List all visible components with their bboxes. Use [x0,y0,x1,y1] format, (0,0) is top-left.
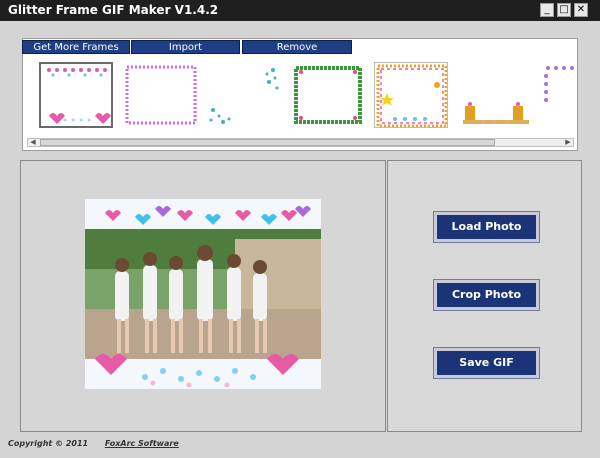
minimize-icon[interactable]: _ [540,3,554,17]
scroll-right-icon[interactable]: ▶ [563,139,573,146]
tab-get-more-frames[interactable]: Get More Frames [22,40,130,54]
frame-thumb-rainbow-stars[interactable] [374,62,448,128]
frame-thumb-candles[interactable] [459,62,533,128]
maximize-icon[interactable]: □ [557,3,571,17]
photo-preview [85,199,321,389]
scrollbar-thumb[interactable] [40,139,495,146]
title-bar: Glitter Frame GIF Maker V1.4.2 _ □ ✕ [0,0,600,21]
tab-import[interactable]: Import [131,40,240,54]
save-gif-button[interactable]: Save GIF [434,348,539,378]
frame-thumb-green-flowers[interactable] [291,62,365,128]
frame-thumb-hearts[interactable] [39,62,113,128]
window-title: Glitter Frame GIF Maker V1.4.2 [8,3,219,17]
close-icon[interactable]: ✕ [574,3,588,17]
scroll-left-icon[interactable]: ◀ [28,139,38,146]
load-photo-button[interactable]: Load Photo [434,212,539,242]
frame-thumb-teal-corners[interactable] [207,62,281,128]
footer: Copyright © 2011 FoxArc Software [8,439,179,448]
tab-remove[interactable]: Remove [242,40,352,54]
copyright-text: Copyright © 2011 [8,439,89,448]
frame-thumb-pink-dots[interactable] [124,62,198,128]
crop-photo-button[interactable]: Crop Photo [434,280,539,310]
company-link[interactable]: FoxArc Software [105,439,179,448]
frame-scrollbar[interactable]: ◀ ▶ [27,138,574,147]
frame-thumb-purple-dots[interactable] [542,62,574,128]
